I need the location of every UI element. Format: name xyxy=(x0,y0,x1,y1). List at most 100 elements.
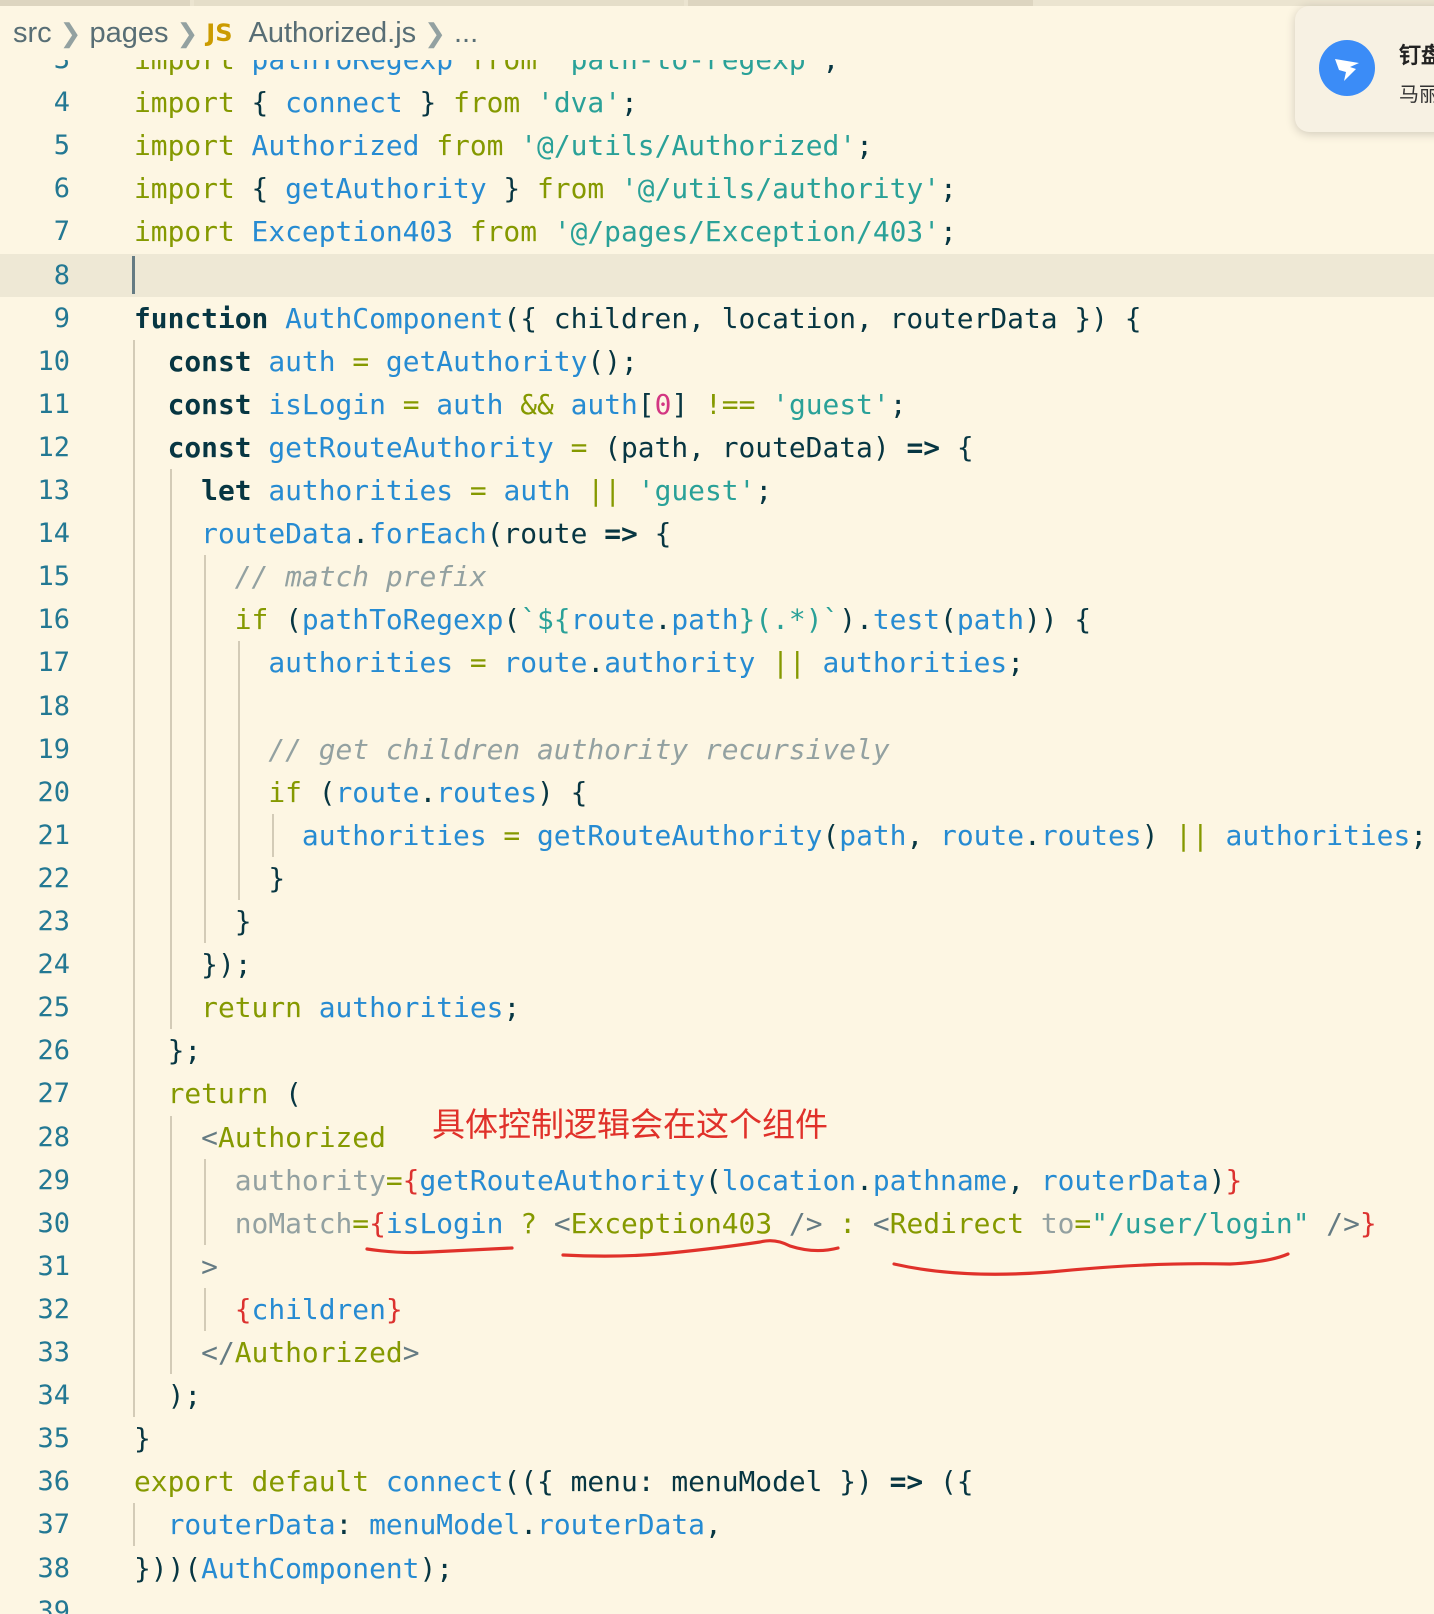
code-token: menuModel xyxy=(369,1508,521,1542)
code-line[interactable]: 32 {children} xyxy=(0,1288,1434,1331)
code-token: from xyxy=(436,129,521,163)
code-line[interactable]: 11 const isLogin = auth && auth[0] !== '… xyxy=(0,383,1434,426)
code-line[interactable]: 5 import Authorized from '@/utils/Authori… xyxy=(0,124,1434,167)
code-line[interactable]: 22 } xyxy=(0,857,1434,900)
code-line[interactable]: 4 import { connect } from 'dva'; xyxy=(0,81,1434,124)
code-line[interactable]: 35} xyxy=(0,1417,1434,1460)
code-line[interactable]: 10 const auth = getAuthority(); xyxy=(0,340,1434,383)
code-text: </Authorized> xyxy=(134,1331,419,1374)
code-token: ) xyxy=(1208,1163,1226,1197)
code-line[interactable]: 20 if (route.routes) { xyxy=(0,771,1434,814)
code-text: {children} xyxy=(134,1288,403,1331)
code-editor[interactable]: 3import pathToRegexp from 'path-to-regex… xyxy=(0,0,1434,1614)
code-line[interactable]: 37 routerData: menuModel.routerData, xyxy=(0,1503,1434,1546)
code-line[interactable]: 23 } xyxy=(0,900,1434,943)
code-text: const isLogin = auth && auth[0] !== 'gue… xyxy=(134,383,907,426)
code-line[interactable]: 29 authority={getRouteAuthority(location… xyxy=(0,1159,1434,1202)
indent-guide xyxy=(272,813,274,857)
code-line[interactable]: 16 if (pathToRegexp(`${route.path}(.*)`)… xyxy=(0,598,1434,641)
code-line[interactable]: 34 ); xyxy=(0,1374,1434,1417)
code-line[interactable]: 14 routeData.forEach(route => { xyxy=(0,512,1434,555)
line-number: 10 xyxy=(37,345,70,377)
line-number: 19 xyxy=(37,733,70,765)
indent-guide xyxy=(204,1158,206,1245)
code-line[interactable]: 6 import { getAuthority } from '@/utils/a… xyxy=(0,167,1434,210)
code-token: path xyxy=(839,818,907,852)
code-token: = xyxy=(352,1206,370,1240)
code-token: Exception403 xyxy=(251,215,470,249)
code-token: /> xyxy=(788,1206,840,1240)
code-token: 'guest' xyxy=(637,474,756,507)
code-token: { xyxy=(654,517,672,551)
code-token: ) { xyxy=(537,775,588,809)
code-token: AuthComponent xyxy=(285,301,504,335)
breadcrumb-more[interactable]: ... xyxy=(454,17,478,50)
breadcrumb-folder-pages[interactable]: pages xyxy=(89,17,168,50)
code-token: Redirect xyxy=(889,1206,1041,1240)
code-line[interactable]: 31 > xyxy=(0,1245,1434,1288)
code-line[interactable]: 36 export default connect(({ menu: menuMo… xyxy=(0,1460,1434,1503)
code-token: connect xyxy=(385,1465,504,1499)
line-number: 4 xyxy=(53,87,70,119)
code-token: authorities xyxy=(318,991,504,1025)
code-line[interactable]: 21 authorities = getRouteAuthority(path,… xyxy=(0,814,1434,857)
code-token: [ xyxy=(637,387,655,421)
code-token: routerData xyxy=(537,1508,705,1542)
code-token: Authorized xyxy=(251,129,437,163)
code-line[interactable]: 33 </Authorized> xyxy=(0,1331,1434,1374)
code-token: route xyxy=(570,603,655,637)
code-line[interactable]: 18 xyxy=(0,685,1434,728)
code-text: ); xyxy=(134,1374,202,1417)
code-line[interactable]: 38}))(AuthComponent); xyxy=(0,1547,1434,1590)
line-number: 35 xyxy=(37,1423,70,1455)
code-token: => xyxy=(604,517,655,551)
code-line[interactable]: 26 }; xyxy=(0,1029,1434,1072)
code-token: ( xyxy=(940,603,957,637)
code-token: from xyxy=(469,215,554,249)
breadcrumb-folder-src[interactable]: src xyxy=(13,17,52,50)
code-token: || xyxy=(772,646,823,680)
notification-title: 钉盘 xyxy=(1399,44,1434,69)
code-line[interactable]: 39 xyxy=(0,1590,1434,1614)
breadcrumb-file[interactable]: Authorized.js xyxy=(249,17,417,50)
code-line[interactable]: 25 return authorities; xyxy=(0,986,1434,1029)
chevron-right-icon: ❯ xyxy=(59,17,82,48)
code-token: Exception403 xyxy=(570,1206,789,1240)
indent-guide xyxy=(170,1115,172,1375)
code-token: connect xyxy=(285,86,403,120)
code-token: ( xyxy=(285,1077,302,1111)
code-line[interactable]: 8 xyxy=(0,253,1434,297)
line-number: 37 xyxy=(37,1509,70,1541)
code-text: const getRouteAuthority = (path, routeDa… xyxy=(134,426,974,469)
code-line[interactable]: 12 const getRouteAuthority = (path, rout… xyxy=(0,426,1434,469)
code-token: { xyxy=(234,1292,252,1326)
code-token: routes xyxy=(436,775,538,809)
notification-subtitle: 马丽 xyxy=(1399,82,1434,106)
code-line[interactable]: 9 function AuthComponent({ children, loca… xyxy=(0,297,1434,340)
code-token: return xyxy=(167,1077,286,1111)
code-token: { xyxy=(251,86,286,120)
code-line[interactable]: 19 // get children authority recursively xyxy=(0,728,1434,771)
code-token: . xyxy=(419,775,437,809)
code-line[interactable]: 7 import Exception403 from '@/pages/Excep… xyxy=(0,210,1434,253)
code-line[interactable]: 24 }); xyxy=(0,943,1434,986)
code-line[interactable]: 15 // match prefix xyxy=(0,555,1434,598)
chevron-right-icon: ❯ xyxy=(424,17,446,48)
code-token: } xyxy=(134,905,252,938)
code-token: } xyxy=(1225,1163,1243,1197)
code-token: = xyxy=(1074,1206,1092,1240)
code-line[interactable]: 30 noMatch={isLogin ? <Exception403 /> :… xyxy=(0,1202,1434,1245)
dingtalk-notification[interactable]: 钉盘 马丽 xyxy=(1295,6,1434,132)
code-token: routeData xyxy=(201,517,353,551)
code-line[interactable]: 13 let authorities = auth || 'guest'; xyxy=(0,469,1434,512)
code-token: ; xyxy=(940,215,957,249)
code-token: > xyxy=(201,1249,218,1283)
code-line[interactable]: 17 authorities = route.authority || auth… xyxy=(0,641,1434,684)
code-token: } xyxy=(1359,1206,1377,1240)
line-number: 24 xyxy=(37,949,70,981)
code-token: , xyxy=(1007,1163,1041,1197)
code-token: . xyxy=(1024,818,1041,852)
